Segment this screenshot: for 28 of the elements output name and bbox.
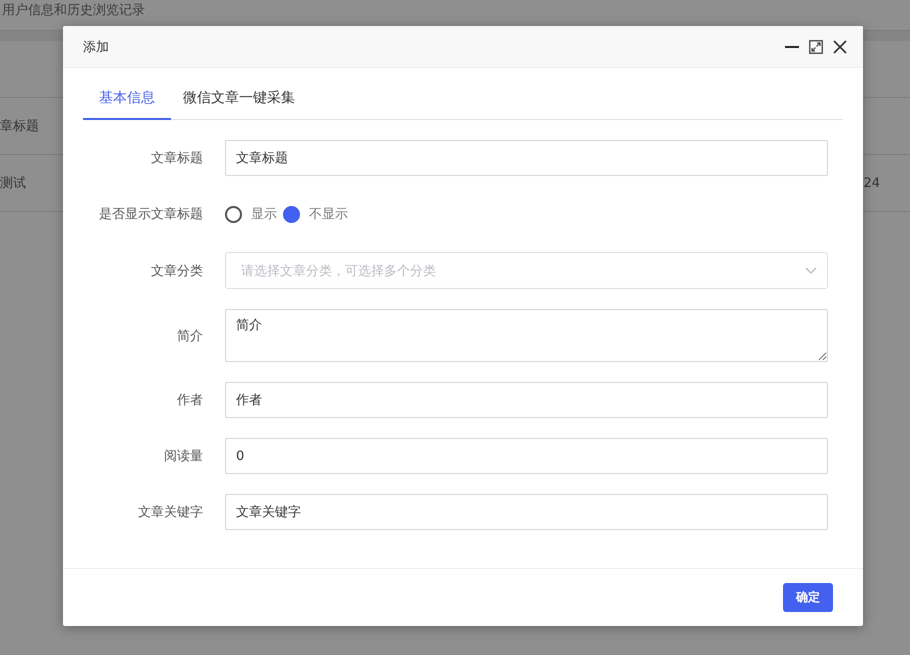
input-field[interactable]: 文章标题: [225, 140, 828, 176]
field-label: 文章标题: [150, 150, 203, 167]
tab[interactable]: 微信文章一键采集: [171, 69, 307, 120]
input-field[interactable]: 0: [225, 438, 828, 474]
dialog-title: 添加: [83, 38, 110, 56]
input-field[interactable]: 文章关键字: [225, 494, 828, 530]
field-label: 简介: [176, 328, 203, 344]
radio-option[interactable]: 显示: [225, 205, 277, 223]
confirm-button[interactable]: 确定: [783, 583, 833, 612]
close-icon[interactable]: [833, 40, 847, 54]
maximize-icon[interactable]: [809, 40, 823, 54]
field-label: 阅读量: [163, 448, 203, 465]
page-heading: 用户信息和历史浏览记录: [1, 2, 146, 20]
field-label: 是否显示文章标题: [98, 206, 203, 223]
field-label: 作者: [176, 392, 203, 409]
field-label: 文章关键字: [137, 504, 203, 521]
select-placeholder: 请选择文章分类，可选择多个分类: [241, 262, 436, 280]
table-cell-text: 测试: [0, 175, 26, 192]
table-cell-text: 章标题: [0, 118, 39, 135]
tab[interactable]: 基本信息: [83, 69, 171, 120]
radio-button[interactable]: [225, 206, 242, 222]
radio-option[interactable]: 不显示: [283, 205, 348, 223]
table-cell: 24: [863, 176, 880, 190]
text-area[interactable]: 简介: [225, 309, 828, 362]
input-field[interactable]: 作者: [225, 382, 828, 418]
chevron-down-icon: [805, 266, 817, 274]
field-label: 文章分类: [150, 262, 203, 280]
radio-button[interactable]: [283, 206, 300, 222]
